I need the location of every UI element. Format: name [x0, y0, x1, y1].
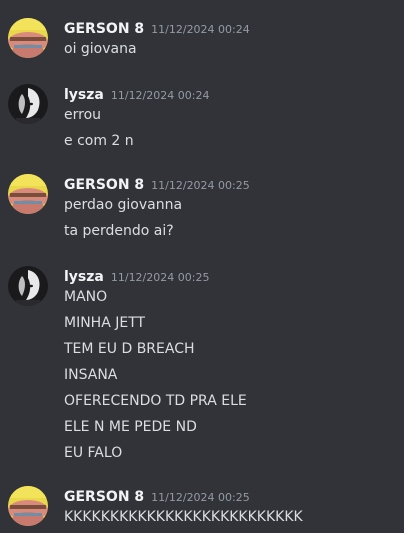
message-text: OFERECENDO TD PRA ELE [64, 393, 247, 409]
username[interactable]: lysza [64, 269, 104, 285]
timestamp: 11/12/2024 00:25 [110, 271, 210, 284]
gerson-avatar-icon[interactable] [8, 174, 48, 214]
message-text: oi giovana [64, 41, 137, 57]
username[interactable]: GERSON 8 [64, 21, 144, 37]
message-text: EU FALO [64, 445, 123, 461]
message-header: GERSON 8 11/12/2024 00:24 [64, 18, 250, 38]
message-text: KKKKKKKKKKKKKKKKKKKKKKKKKK [64, 509, 303, 525]
message-text: e com 2 n [64, 133, 134, 149]
message-text: ELE N ME PEDE ND [64, 419, 197, 435]
timestamp: 11/12/2024 00:24 [110, 89, 210, 102]
message-text: ta perdendo ai? [64, 223, 174, 239]
gerson-avatar-icon[interactable] [8, 486, 48, 526]
message-text: perdao giovanna [64, 197, 183, 213]
timestamp: 11/12/2024 00:24 [151, 23, 250, 36]
timestamp: 11/12/2024 00:25 [151, 179, 250, 192]
lysza-avatar-icon[interactable] [8, 84, 48, 124]
username[interactable]: lysza [64, 87, 104, 103]
gerson-avatar-icon[interactable] [8, 18, 48, 58]
message-header: lysza 11/12/2024 00:24 [64, 84, 209, 104]
message-header: GERSON 8 11/12/2024 00:25 [64, 174, 250, 194]
message-header: GERSON 8 11/12/2024 00:25 [64, 486, 250, 506]
message-text: MANO [64, 289, 108, 305]
username[interactable]: GERSON 8 [64, 177, 144, 193]
username[interactable]: GERSON 8 [64, 489, 144, 505]
message-text: INSANA [64, 367, 118, 383]
message-text: errou [64, 107, 102, 123]
message-header: lysza 11/12/2024 00:25 [64, 266, 209, 286]
message-text: TEM EU D BREACH [64, 341, 195, 357]
timestamp: 11/12/2024 00:25 [151, 491, 250, 504]
chat-message-list: GERSON 8 11/12/2024 00:24 oi giovana lysz… [0, 0, 404, 533]
lysza-avatar-icon[interactable] [8, 266, 48, 306]
message-text: MINHA JETT [64, 315, 146, 331]
